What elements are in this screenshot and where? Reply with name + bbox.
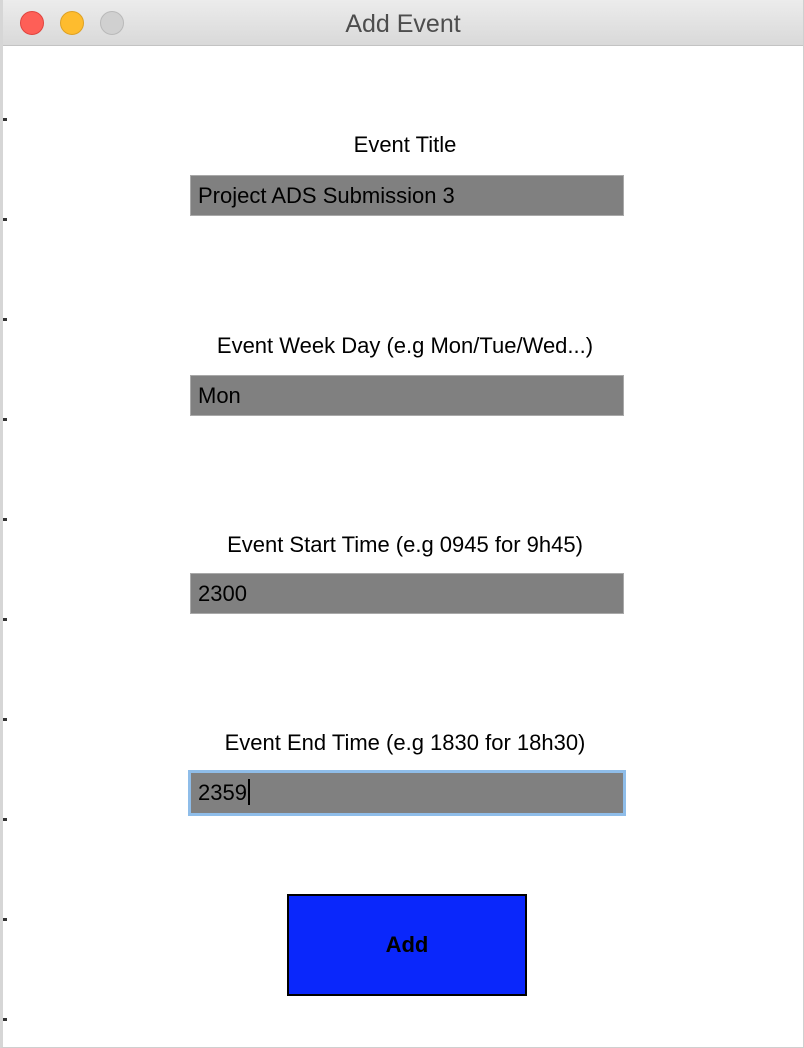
add-button[interactable]: Add bbox=[287, 894, 527, 996]
edge-mark bbox=[3, 218, 7, 221]
event-end-time-input[interactable]: 2359 bbox=[188, 770, 626, 816]
event-start-time-value: 2300 bbox=[198, 581, 247, 606]
edge-mark bbox=[3, 618, 7, 621]
title-bar[interactable]: Add Event bbox=[3, 0, 803, 46]
add-event-window: Add Event Event Title Project ADS Submis… bbox=[0, 0, 804, 1048]
event-start-time-input[interactable]: 2300 bbox=[190, 573, 624, 614]
event-title-input[interactable]: Project ADS Submission 3 bbox=[190, 175, 624, 216]
event-weekday-label: Event Week Day (e.g Mon/Tue/Wed...) bbox=[216, 333, 594, 358]
event-weekday-input[interactable]: Mon bbox=[190, 375, 624, 416]
edge-mark bbox=[3, 318, 7, 321]
edge-mark bbox=[3, 1018, 7, 1021]
edge-mark bbox=[3, 918, 7, 921]
edge-mark bbox=[3, 518, 7, 521]
event-end-time-label: Event End Time (e.g 1830 for 18h30) bbox=[224, 730, 586, 755]
event-end-time-value: 2359 bbox=[198, 780, 247, 805]
window-title: Add Event bbox=[345, 10, 461, 38]
edge-mark bbox=[3, 418, 7, 421]
edge-mark bbox=[3, 718, 7, 721]
event-title-value: Project ADS Submission 3 bbox=[198, 183, 455, 208]
edge-mark bbox=[3, 818, 7, 821]
text-caret bbox=[247, 779, 250, 805]
event-start-time-label: Event Start Time (e.g 0945 for 9h45) bbox=[227, 532, 583, 557]
event-weekday-value: Mon bbox=[198, 383, 241, 408]
event-title-label: Event Title bbox=[353, 132, 457, 157]
edge-mark bbox=[3, 118, 7, 121]
